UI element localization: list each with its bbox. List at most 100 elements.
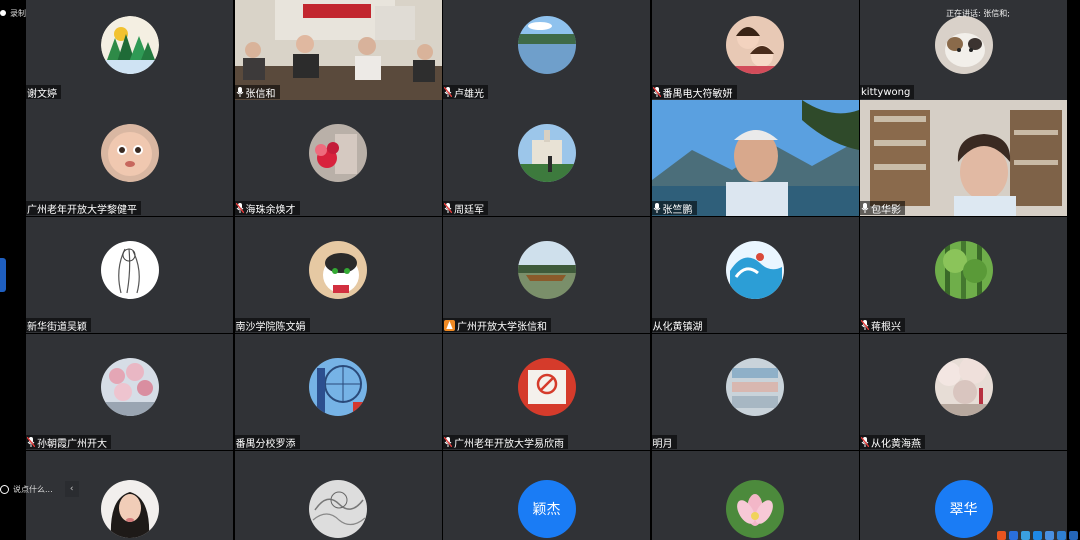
participant-tile[interactable]: 从化黄镇湖 [651,217,859,333]
mic-muted-icon [27,437,35,447]
tray-bluetooth-icon[interactable] [1021,531,1030,540]
participant-name: 海珠余焕才 [245,204,296,216]
system-tray [997,530,1078,540]
participant-tile[interactable]: 广州老年开放大学黎健平 [26,100,233,216]
avatar [726,16,784,74]
participant-name: 番禺分校罗添 [235,438,296,450]
participant-name: 周廷军 [454,204,484,216]
participant-nameplate: 从化黄海燕 [860,435,925,450]
avatar [726,479,784,538]
mic-muted-icon [861,437,869,447]
participant-name: 包华影 [871,204,901,216]
participant-tile[interactable]: 包华影 [860,100,1067,216]
mic-icon [861,203,869,213]
participant-name: 张信和 [245,88,276,100]
participant-nameplate: 包华影 [860,201,905,216]
collapse-chat-button[interactable]: ‹ [64,481,79,497]
avatar [309,241,367,299]
speaking-indicator: 正在讲话: 张信和; [946,9,1010,18]
participant-nameplate: 广州开放大学张信和 [443,318,551,333]
tray-network-icon[interactable] [1009,531,1018,540]
chat-icon[interactable] [0,484,9,494]
avatar [100,358,159,416]
avatar [934,241,993,299]
participant-nameplate: kittywong [860,85,915,99]
participant-tile[interactable]: 孙朝霞广州开大 [26,334,233,450]
mic-muted-icon [444,87,452,97]
participant-nameplate: 广州老年开放大学易欣雨 [443,435,568,450]
participant-tile[interactable]: 番禺电大符敏妍 [651,0,859,100]
tray-cloud-icon[interactable] [1069,531,1078,540]
participant-nameplate: 张信和 [234,85,280,100]
meeting-window: 录制中 正在讲话: 张信和; 谢文婷 张信和 卢雄光 番禺电大符敏妍 kittywong… [0,0,1080,540]
participant-tile[interactable]: 张竺鹏 [651,100,859,216]
participant-name: 从化黄海燕 [871,438,921,450]
avatar [934,16,993,74]
mic-muted-icon [652,87,661,97]
participant-name: 张竺鹏 [662,204,693,216]
participant-name: 明月 [652,438,673,450]
record-dot-icon [0,10,6,16]
chat-bar[interactable]: 说点什么... ‹ [0,480,79,498]
participant-name: 从化黄镇湖 [652,321,703,333]
avatar [517,16,576,74]
participant-tile[interactable] [651,451,859,540]
mic-muted-icon [444,203,452,213]
avatar [100,124,159,182]
participant-nameplate: 明月 [651,435,677,450]
participant-tile[interactable] [234,451,442,540]
avatar [517,358,576,416]
tray-volume-icon[interactable] [1033,531,1042,540]
chat-input[interactable]: 说点什么... [13,484,53,495]
avatar [100,479,159,538]
participant-tile[interactable]: 番禺分校罗添 [234,334,442,450]
participant-tile[interactable]: 张信和 [234,0,442,100]
participant-nameplate: 卢雄光 [443,85,488,100]
avatar [309,124,367,182]
avatar [100,16,159,74]
participant-tile[interactable]: 广州老年开放大学易欣雨 [443,334,650,450]
mic-muted-icon [861,320,869,330]
participant-video [651,100,859,216]
participant-name: 卢雄光 [454,88,484,100]
participant-video [860,100,1067,216]
participant-nameplate: 新华街道吴颖 [26,318,91,333]
participant-tile[interactable]: 颖杰 [443,451,650,540]
side-panel-handle[interactable] [0,258,6,292]
avatar [100,241,159,299]
participant-tile[interactable]: 海珠余焕才 [234,100,442,216]
participant-tile[interactable]: 谢文婷 [26,0,233,100]
participant-nameplate: 谢文婷 [26,85,61,100]
participant-grid: 谢文婷 张信和 卢雄光 番禺电大符敏妍 kittywong 广州老年开放大学黎健平 海珠余焕… [26,0,1068,540]
mic-icon [236,87,244,97]
avatar-initials: 翠华 [934,479,993,538]
participant-tile[interactable]: 卢雄光 [443,0,650,100]
participant-nameplate: 周廷军 [443,201,488,216]
participant-nameplate: 番禺电大符敏妍 [651,85,737,100]
participant-tile[interactable]: 新华街道吴颖 [26,217,233,333]
participant-tile[interactable]: 周廷军 [443,100,650,216]
avatar [517,241,576,299]
host-icon [444,319,455,331]
mic-muted-icon [444,437,452,447]
participant-name: 谢文婷 [27,88,57,100]
participant-tile[interactable]: 从化黄海燕 [860,334,1067,450]
participant-name: 蒋根兴 [871,321,901,333]
participant-tile[interactable]: 广州开放大学张信和 [443,217,650,333]
participant-nameplate: 南沙学院陈文娟 [234,318,310,333]
participant-tile[interactable]: 翠华 [860,451,1067,540]
participant-name: 番禺电大符敏妍 [662,88,733,100]
participant-name: 孙朝霞广州开大 [37,438,107,450]
participant-tile[interactable]: 明月 [651,334,859,450]
avatar [726,241,784,299]
participant-tile[interactable]: 南沙学院陈文娟 [234,217,442,333]
tray-sync-icon[interactable] [1057,531,1066,540]
participant-nameplate: 从化黄镇湖 [651,318,707,333]
participant-nameplate: 蒋根兴 [860,318,905,333]
tray-app-icon[interactable] [997,531,1006,540]
tray-input-icon[interactable] [1045,531,1054,540]
participant-name: 新华街道吴颖 [27,321,87,333]
participant-name: 南沙学院陈文娟 [235,321,306,333]
participant-tile[interactable]: 蒋根兴 [860,217,1067,333]
participant-name: 广州老年开放大学黎健平 [27,204,137,216]
